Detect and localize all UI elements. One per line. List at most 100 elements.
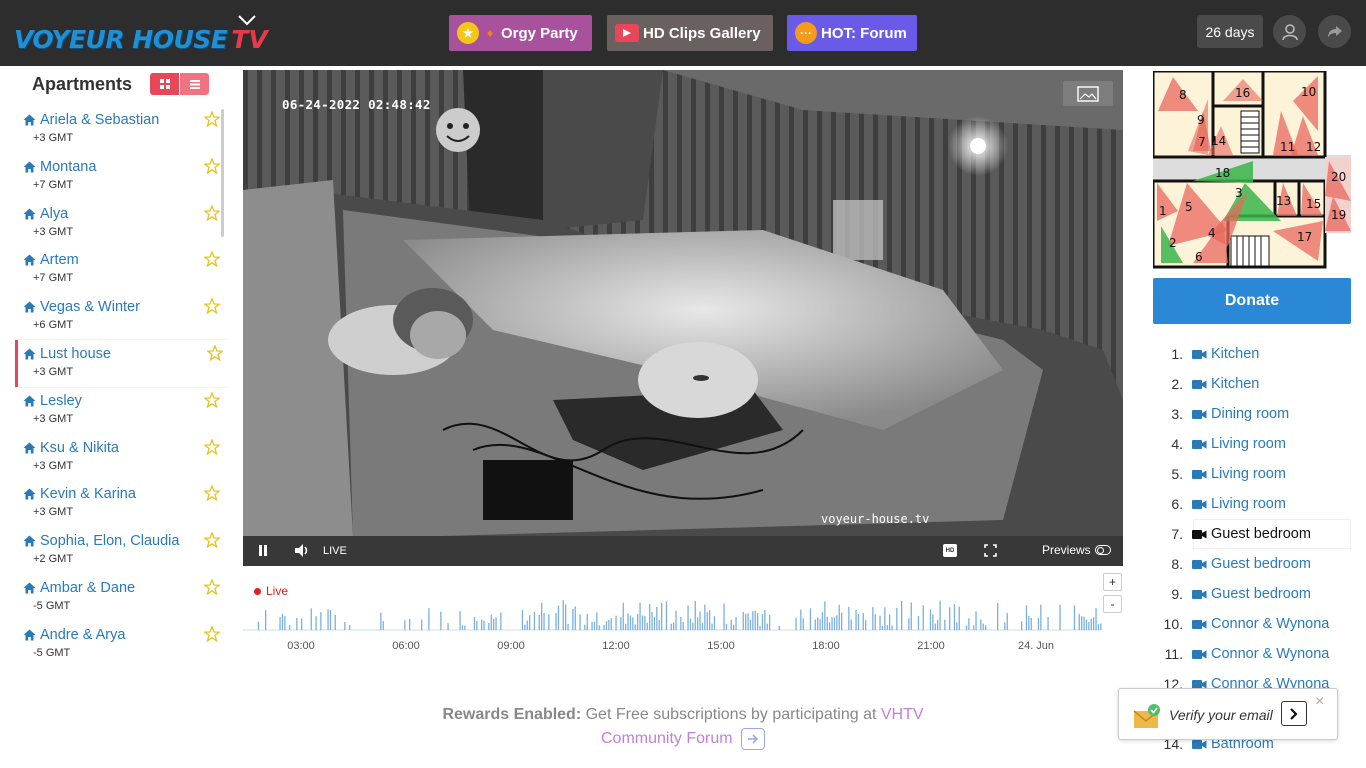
apartment-item[interactable]: Andre & Arya -5 GMT — [15, 621, 228, 668]
camera-item[interactable]: 11. Connor & Wynona — [1153, 639, 1351, 669]
camera-item[interactable]: 5. Living room — [1153, 459, 1351, 489]
camera-item[interactable]: 1. Kitchen — [1153, 339, 1351, 369]
room-label[interactable]: 15 — [1306, 197, 1321, 211]
room-label[interactable]: 14 — [1211, 134, 1226, 148]
verify-email-go-button[interactable] — [1281, 701, 1307, 726]
camera-link[interactable]: Living room — [1189, 459, 1351, 489]
camera-item[interactable]: 2. Kitchen — [1153, 369, 1351, 399]
room-label[interactable]: 13 — [1276, 194, 1291, 208]
camera-link[interactable]: Kitchen — [1189, 369, 1351, 399]
favorite-star-icon[interactable] — [204, 251, 220, 268]
room-label[interactable]: 19 — [1331, 208, 1346, 222]
list-view-button[interactable] — [180, 73, 209, 95]
apartment-name[interactable]: Lust house — [23, 346, 111, 362]
hd-clips-button[interactable]: HD Clips Gallery — [607, 15, 773, 51]
favorite-star-icon[interactable] — [204, 578, 220, 595]
room-label[interactable]: 7 — [1198, 135, 1206, 149]
apartment-name[interactable]: Montana — [23, 159, 96, 175]
apartment-name[interactable]: Artem — [23, 252, 79, 268]
camera-item[interactable]: 8. Guest bedroom — [1153, 549, 1351, 579]
site-logo[interactable]: VOYEUR HOUSE TV — [14, 14, 268, 54]
apartment-name[interactable]: Ksu & Nikita — [23, 440, 119, 456]
fullscreen-icon[interactable] — [984, 544, 997, 557]
room-label[interactable]: 11 — [1280, 140, 1295, 154]
apartment-name[interactable]: Alya — [23, 206, 68, 222]
camera-link[interactable]: Guest bedroom — [1189, 579, 1351, 609]
community-forum-link[interactable]: Community Forum — [601, 730, 733, 747]
camera-item[interactable]: 3. Dining room — [1153, 399, 1351, 429]
room-label[interactable]: 5 — [1185, 200, 1193, 214]
toast-close-button[interactable]: × — [1315, 693, 1324, 711]
room-label[interactable]: 20 — [1331, 170, 1346, 184]
room-label[interactable]: 3 — [1235, 186, 1243, 200]
apartment-item[interactable]: Ambar & Dane -5 GMT — [15, 574, 228, 621]
room-label[interactable]: 4 — [1208, 226, 1216, 240]
subscription-days-badge[interactable]: 26 days — [1197, 15, 1263, 48]
user-account-button[interactable] — [1273, 15, 1306, 48]
apartment-item[interactable]: Sophia, Elon, Claudia +2 GMT — [15, 527, 228, 574]
camera-link[interactable]: Dining room — [1189, 399, 1351, 429]
room-label[interactable]: 17 — [1297, 230, 1312, 244]
apartment-item[interactable]: Ksu & Nikita +3 GMT — [15, 434, 228, 481]
room-label[interactable]: 10 — [1301, 85, 1316, 99]
camera-link[interactable]: Living room — [1189, 429, 1351, 459]
timeline-zoom-out-button[interactable]: - — [1103, 595, 1122, 613]
camera-item[interactable]: 10. Connor & Wynona — [1153, 609, 1351, 639]
apartment-name[interactable]: Vegas & Winter — [23, 299, 140, 315]
favorite-star-icon[interactable] — [204, 532, 220, 549]
favorite-star-icon[interactable] — [204, 485, 220, 502]
apartment-item[interactable]: Lust house +3 GMT — [15, 339, 228, 387]
video-player[interactable]: 06-24-2022 02:48:42 voyeur-house.tv LIVE… — [243, 70, 1123, 566]
favorite-star-icon[interactable] — [204, 391, 220, 408]
apartment-item[interactable]: Lesley +3 GMT — [15, 387, 228, 434]
camera-link[interactable]: Connor & Wynona — [1189, 639, 1351, 669]
apartment-name[interactable]: Andre & Arya — [23, 627, 125, 643]
camera-link[interactable]: Living room — [1189, 489, 1351, 519]
forum-arrow-icon[interactable] — [741, 727, 766, 750]
apartment-item[interactable]: Kevin & Karina +3 GMT — [15, 480, 228, 527]
previews-toggle[interactable]: Previews — [1042, 543, 1111, 557]
favorite-star-icon[interactable] — [204, 204, 220, 221]
sidebar-scrollbar[interactable] — [221, 109, 224, 237]
apartment-item[interactable]: Artem +7 GMT — [15, 246, 228, 293]
apartment-name[interactable]: Ambar & Dane — [23, 580, 135, 596]
room-label[interactable]: 6 — [1195, 250, 1203, 264]
apartment-name[interactable]: Ariela & Sebastian — [23, 112, 159, 128]
apartment-item[interactable]: Alya +3 GMT — [15, 200, 228, 247]
activity-timeline[interactable]: 03:00 06:00 09:00 12:00 15:00 18:00 21:00 24. J… — [243, 570, 1123, 660]
floorplan-map[interactable]: 1234567891011 121314151617181920 — [1153, 71, 1351, 269]
apartment-name[interactable]: Lesley — [23, 393, 82, 409]
favorite-star-icon[interactable] — [207, 344, 223, 361]
camera-link[interactable]: Guest bedroom — [1189, 519, 1351, 549]
favorite-star-icon[interactable] — [204, 625, 220, 642]
favorite-star-icon[interactable] — [204, 111, 220, 127]
apartment-item[interactable]: Ariela & Sebastian +3 GMT — [15, 106, 228, 153]
orgy-party-button[interactable]: ★ ♦ Orgy Party — [449, 15, 592, 51]
camera-link[interactable]: Kitchen — [1189, 339, 1351, 369]
camera-item[interactable]: 7. Guest bedroom — [1153, 519, 1351, 549]
snapshot-button[interactable] — [1063, 81, 1113, 106]
apartment-item[interactable]: Vegas & Winter +6 GMT — [15, 293, 228, 340]
apartment-item[interactable]: Montana +7 GMT — [15, 153, 228, 200]
pause-icon[interactable] — [257, 544, 269, 557]
camera-link[interactable]: Guest bedroom — [1189, 549, 1351, 579]
hot-forum-button[interactable]: ··· HOT: Forum — [787, 15, 917, 51]
room-label[interactable]: 9 — [1197, 113, 1205, 127]
room-label[interactable]: 8 — [1179, 88, 1187, 102]
camera-item[interactable]: 9. Guest bedroom — [1153, 579, 1351, 609]
timeline-zoom-in-button[interactable]: + — [1103, 573, 1122, 591]
room-label[interactable]: 1 — [1159, 204, 1167, 218]
volume-icon[interactable] — [294, 543, 311, 558]
camera-item[interactable]: 4. Living room — [1153, 429, 1351, 459]
favorite-star-icon[interactable] — [204, 157, 220, 174]
apartment-name[interactable]: Sophia, Elon, Claudia — [23, 533, 179, 549]
donate-button[interactable]: Donate — [1153, 278, 1351, 324]
room-label[interactable]: 12 — [1306, 140, 1321, 154]
room-label[interactable]: 16 — [1235, 86, 1250, 100]
grid-view-button[interactable] — [150, 73, 179, 95]
share-button[interactable] — [1318, 15, 1351, 48]
apartment-name[interactable]: Kevin & Karina — [23, 486, 136, 502]
camera-link[interactable]: Connor & Wynona — [1189, 609, 1351, 639]
favorite-star-icon[interactable] — [204, 298, 220, 315]
hd-toggle-icon[interactable]: HD — [943, 544, 957, 557]
